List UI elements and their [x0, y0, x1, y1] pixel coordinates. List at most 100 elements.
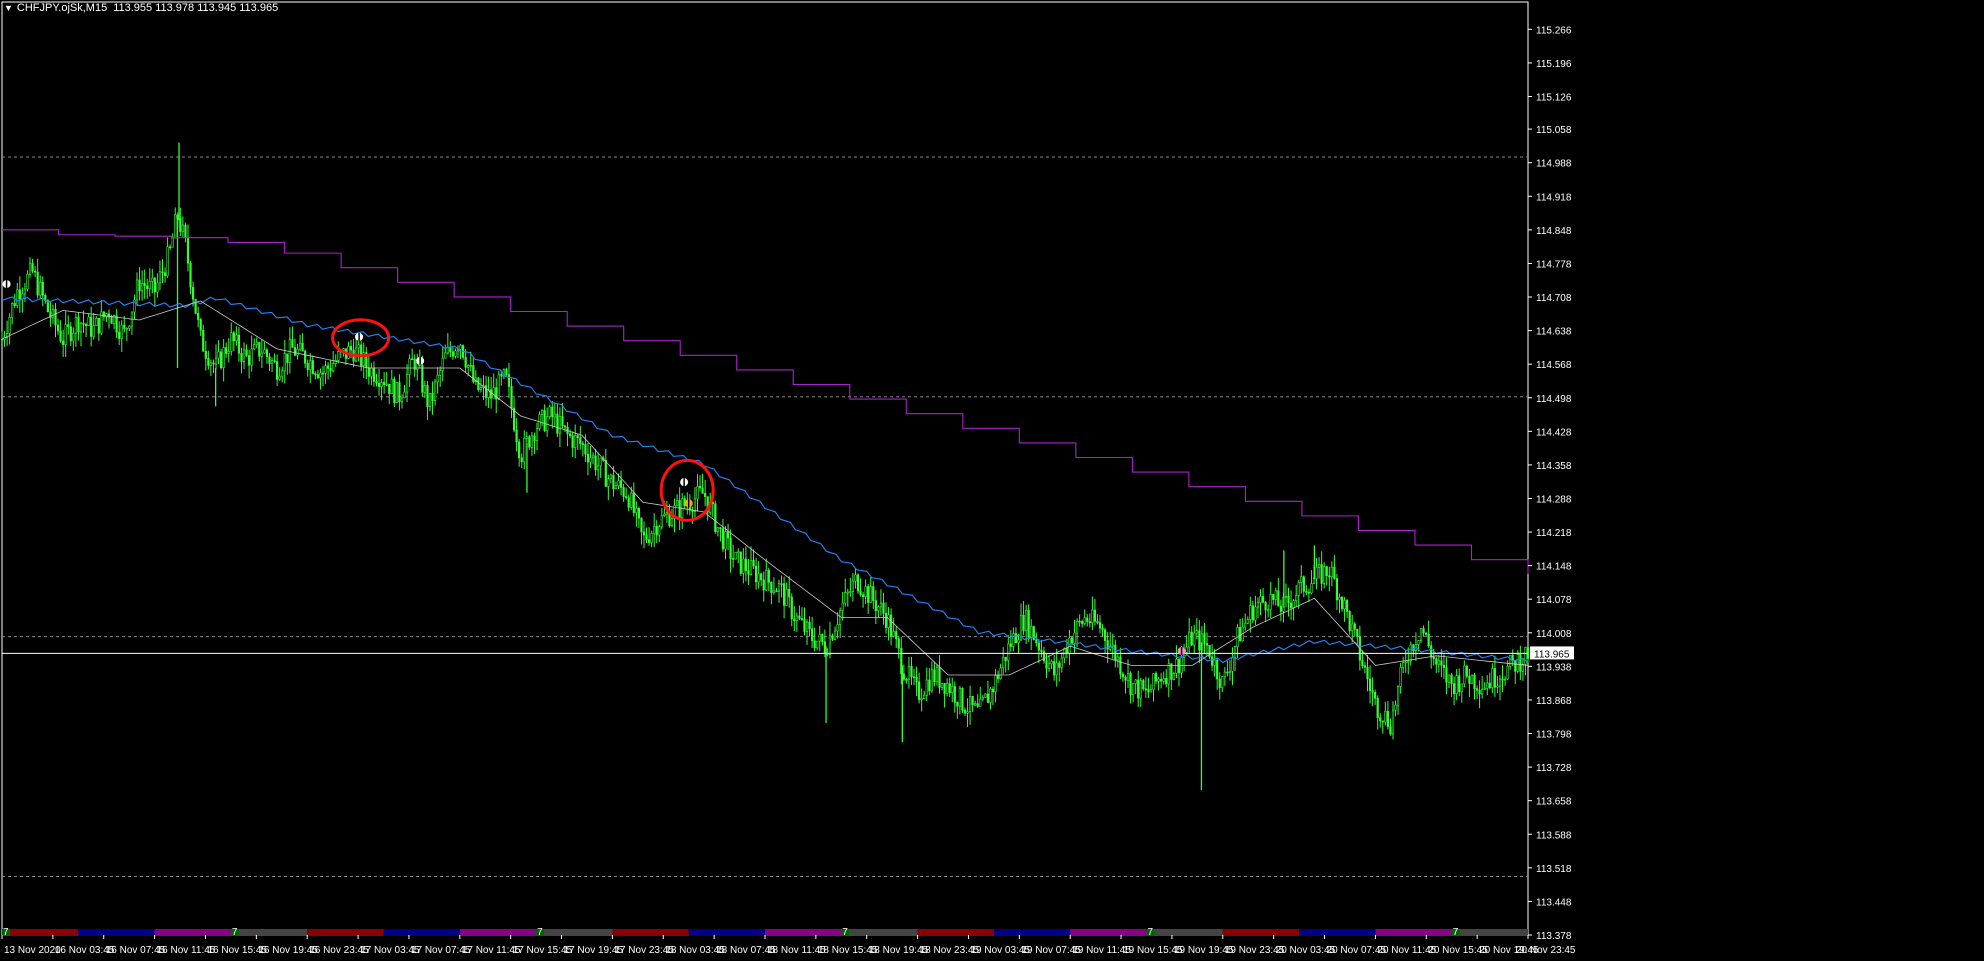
annotations — [331, 318, 715, 522]
candle-body — [143, 283, 146, 287]
candle-body — [1251, 605, 1254, 621]
current-price-label: 113.965 — [1534, 649, 1570, 660]
price-tick-label: 114.148 — [1536, 562, 1572, 573]
candle-body — [645, 534, 648, 541]
candle-body — [956, 702, 959, 707]
candle-body — [884, 613, 888, 629]
session-band — [993, 929, 1071, 936]
time-axis: 13 Nov 202016 Nov 03:4516 Nov 07:4516 No… — [1, 935, 1576, 956]
candle-body — [1374, 692, 1377, 699]
candle-body — [1203, 633, 1206, 644]
session-band-label: 7 — [842, 927, 848, 938]
candle-body — [622, 487, 625, 497]
candle-body — [1302, 576, 1305, 592]
candle-body — [1274, 590, 1277, 600]
candle-body — [546, 416, 549, 431]
candle-body — [441, 357, 444, 371]
price-tick-label: 115.058 — [1536, 125, 1572, 136]
candle-body — [632, 492, 635, 513]
candle-body — [1157, 678, 1160, 682]
candle-body — [574, 435, 577, 448]
candle-body — [653, 525, 656, 534]
candle-body — [594, 455, 597, 471]
candle-body — [1478, 689, 1481, 695]
candle-body — [851, 580, 854, 592]
candle-body — [747, 570, 750, 575]
candle-body — [1205, 643, 1209, 646]
candle-body — [1078, 620, 1081, 623]
candle-body — [1055, 662, 1058, 676]
candle-body — [966, 711, 969, 714]
candle-body — [375, 381, 378, 384]
candle-body — [523, 437, 526, 463]
candle-body — [1524, 647, 1527, 665]
candle-body — [1060, 657, 1063, 668]
candle-body — [72, 332, 75, 342]
candle-body — [1312, 578, 1316, 584]
candle-body — [793, 618, 796, 622]
candle-body — [918, 681, 921, 701]
candle-body — [161, 271, 164, 274]
candle-body — [1134, 679, 1137, 685]
candle-body — [874, 600, 877, 611]
candle-body — [291, 339, 294, 348]
candle-body — [767, 569, 770, 583]
price-tick-label: 114.288 — [1536, 494, 1572, 505]
candle-body — [135, 279, 139, 301]
candle-body — [1147, 688, 1150, 693]
candle-body — [444, 352, 447, 359]
candle-body — [841, 602, 844, 611]
candle-body — [1516, 653, 1519, 672]
candle-body — [250, 348, 253, 366]
candle-body — [1154, 673, 1158, 682]
candle-body — [23, 288, 27, 295]
candle-body — [808, 621, 811, 630]
price-tick-label: 114.358 — [1536, 461, 1572, 472]
candle-body — [678, 500, 681, 518]
candle-body — [273, 360, 276, 362]
candle-body — [1384, 710, 1387, 723]
candle-body — [660, 515, 663, 528]
candle-body — [581, 443, 584, 445]
candle-body — [915, 676, 918, 683]
candle-body — [1277, 590, 1280, 607]
candle-body — [1447, 674, 1451, 683]
candle-body — [803, 618, 806, 632]
candle-body — [1244, 622, 1247, 628]
session-band — [2, 929, 79, 936]
candle-body — [1389, 726, 1392, 735]
candle-body — [515, 429, 518, 443]
price-chart[interactable]: 115.266 115.196 115.126 115.058 114.988 114.9… — [0, 0, 1984, 961]
candle-body — [1193, 632, 1196, 646]
price-tick-label: 115.126 — [1536, 93, 1572, 104]
candle-body — [997, 675, 1000, 679]
candle-body — [696, 486, 699, 500]
candle-body — [879, 602, 883, 608]
candle-body — [1338, 596, 1341, 601]
candle-body — [1121, 673, 1125, 678]
price-tick-label: 113.448 — [1536, 897, 1572, 908]
candle-body — [319, 372, 322, 379]
candle-body — [1086, 617, 1089, 622]
candle-body — [95, 318, 98, 326]
candle-body — [1366, 666, 1369, 680]
candle-body — [398, 382, 401, 402]
session-band — [688, 929, 765, 936]
candle-body — [864, 586, 867, 597]
candle-body — [737, 551, 740, 554]
arrow-signals — [2, 280, 1186, 656]
candle-body — [943, 683, 946, 694]
candle-body — [1009, 643, 1012, 647]
price-tick-label: 114.428 — [1536, 427, 1572, 438]
candle-body — [1353, 623, 1356, 630]
candle-body — [785, 588, 788, 606]
candle-body — [1458, 675, 1461, 693]
candle-body — [1012, 633, 1015, 647]
candle-body — [1394, 704, 1397, 711]
candle-body — [390, 378, 393, 394]
candle-body — [1506, 665, 1509, 680]
candle-body — [558, 416, 562, 434]
candle-body — [775, 590, 778, 593]
candle-body — [370, 367, 373, 377]
session-band — [1070, 929, 1147, 936]
